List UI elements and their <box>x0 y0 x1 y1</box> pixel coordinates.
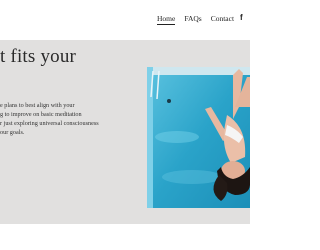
hero-body-line: r just exploring universal consciousness <box>0 120 99 127</box>
main-nav: Home FAQs Contact <box>157 14 234 25</box>
nav-faqs-link[interactable]: FAQs <box>184 14 201 25</box>
hero-body-text: e plans to best align with your g to imp… <box>0 101 140 137</box>
hero-body-line: our goals. <box>0 129 25 136</box>
nav-contact-link[interactable]: Contact <box>211 14 234 25</box>
hero-photo <box>147 67 250 208</box>
hero-body-line: g to improve on basic meditation <box>0 111 82 118</box>
hero-headline: t fits your <box>0 46 77 67</box>
nav-home-link[interactable]: Home <box>157 14 176 25</box>
site-header: Home FAQs Contact f <box>0 0 250 40</box>
hero-body-line: e plans to best align with your <box>0 102 75 109</box>
flotation-tank-image <box>147 67 250 208</box>
page-footer-area <box>0 224 250 250</box>
facebook-icon[interactable]: f <box>240 13 243 22</box>
